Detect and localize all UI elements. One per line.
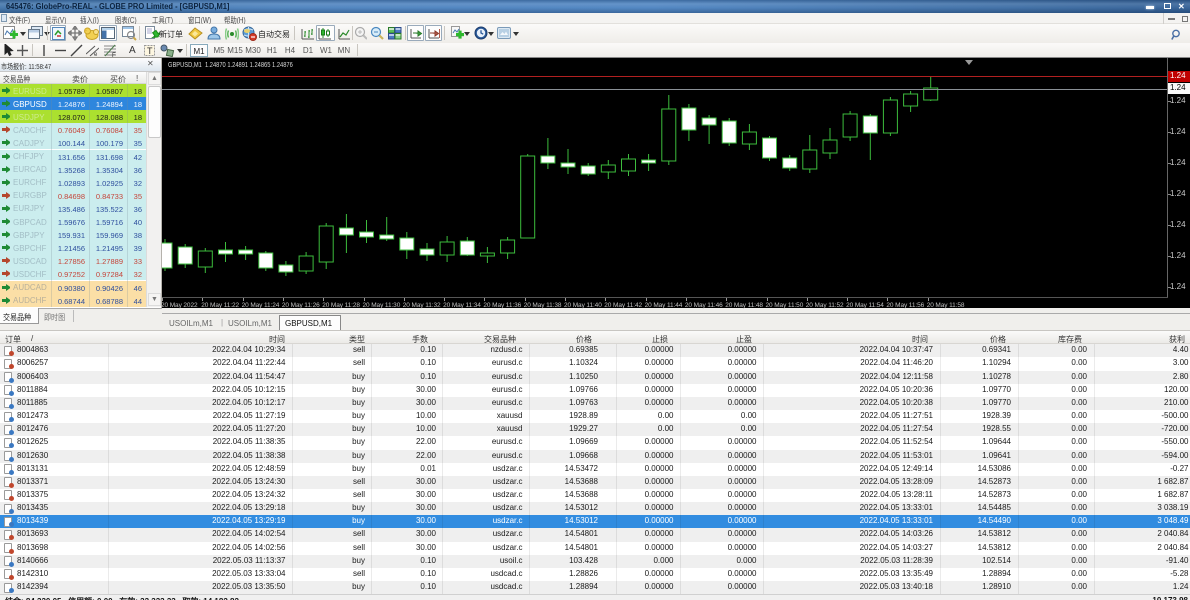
svg-text:T: T [147, 46, 153, 56]
